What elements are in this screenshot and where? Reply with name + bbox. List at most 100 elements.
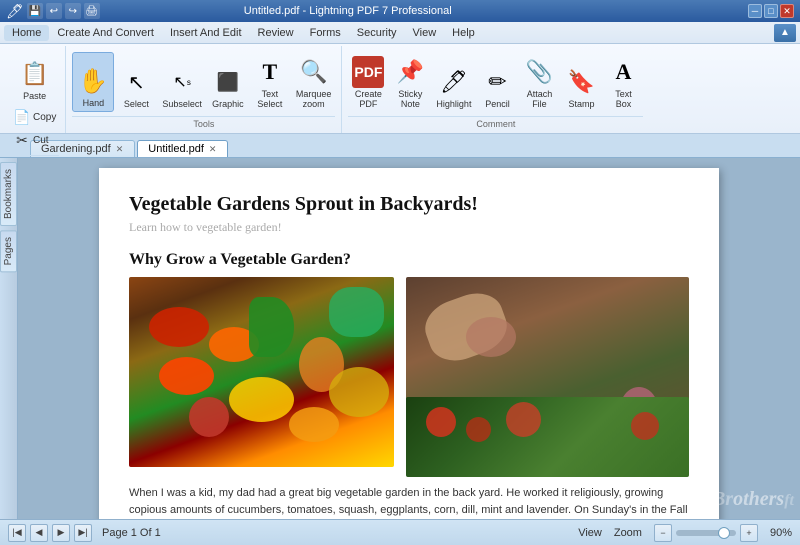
- tabs-bar: Gardening.pdf ✕ Untitled.pdf ✕: [0, 134, 800, 158]
- zoom-out-btn[interactable]: −: [654, 524, 672, 542]
- tab-untitled[interactable]: Untitled.pdf ✕: [137, 140, 228, 157]
- undo-quick-btn[interactable]: ↩: [46, 3, 62, 19]
- paste-btn[interactable]: 📋 Paste: [10, 48, 59, 104]
- menu-security[interactable]: Security: [349, 25, 405, 41]
- zoom-in-btn[interactable]: +: [740, 524, 758, 542]
- create-group: PDF CreatePDF 📌 StickyNote 🖊 Highlight ✏…: [342, 46, 649, 133]
- create-pdf-icon: PDF: [352, 56, 384, 88]
- graphic-label: Graphic: [212, 100, 244, 110]
- text-box-btn[interactable]: A TextBox: [603, 52, 643, 112]
- status-bar: |◀ ◀ ▶ ▶| Page 1 Of 1 View Zoom − + 90%: [0, 519, 800, 545]
- menu-review[interactable]: Review: [250, 25, 302, 41]
- menu-forms[interactable]: Forms: [302, 25, 349, 41]
- zoom-thumb: [718, 527, 730, 539]
- status-right: View Zoom − + 90%: [578, 524, 792, 542]
- attach-file-label: AttachFile: [527, 90, 553, 110]
- hand-btn[interactable]: ✋ Hand: [72, 52, 114, 112]
- zoom-slider[interactable]: [676, 530, 736, 536]
- cut-label: Cut: [33, 135, 49, 146]
- tools-label: Tools: [72, 116, 335, 131]
- pdf-main-title: Vegetable Gardens Sprout in Backyards!: [129, 192, 689, 216]
- highlight-btn[interactable]: 🖊 Highlight: [432, 52, 475, 112]
- bookmarks-panel-tab[interactable]: Bookmarks: [0, 162, 17, 226]
- zoom-control[interactable]: − +: [654, 524, 758, 542]
- pdf-body-text: When I was a kid, my dad had a great big…: [129, 485, 689, 519]
- green-garden-image: [406, 397, 689, 477]
- menu-create-convert[interactable]: Create And Convert: [49, 25, 162, 41]
- marquee-zoom-label: Marqueezoom: [296, 90, 332, 110]
- clipboard-group: 📋 Paste 📄 Copy ✂ Cut Clipboard: [4, 46, 66, 133]
- watermark: Brothersft: [712, 485, 794, 511]
- pdf-subtitle: Learn how to vegetable garden!: [129, 220, 689, 235]
- menu-help[interactable]: Help: [444, 25, 483, 41]
- vegetable-basket-image: [129, 277, 394, 467]
- last-page-btn[interactable]: ▶|: [74, 524, 92, 542]
- text-select-btn[interactable]: T TextSelect: [250, 52, 290, 112]
- hand-label: Hand: [83, 99, 105, 109]
- sticky-note-label: StickyNote: [398, 90, 422, 110]
- subselect-btn[interactable]: ↖s Subselect: [158, 52, 206, 112]
- create-pdf-label: CreatePDF: [355, 90, 382, 110]
- pages-panel-tab[interactable]: Pages: [0, 230, 17, 272]
- cut-btn[interactable]: ✂ Cut: [10, 129, 59, 151]
- text-box-label: TextBox: [615, 90, 632, 110]
- menu-insert-edit[interactable]: Insert And Edit: [162, 25, 250, 41]
- main-area: Bookmarks Pages Vegetable Gardens Sprout…: [0, 158, 800, 519]
- tools-buttons: ✋ Hand ↖ Select ↖s Subselect ⬛ Graphic T…: [72, 48, 335, 116]
- zoom-label: Zoom: [614, 527, 642, 539]
- text-select-icon: T: [254, 56, 286, 88]
- prev-page-btn[interactable]: ◀: [30, 524, 48, 542]
- ribbon: 📋 Paste 📄 Copy ✂ Cut Clipboard: [0, 44, 800, 134]
- subselect-label: Subselect: [162, 100, 202, 110]
- pencil-label: Pencil: [485, 100, 510, 110]
- document-area[interactable]: Vegetable Gardens Sprout in Backyards! L…: [18, 158, 800, 519]
- select-btn[interactable]: ↖ Select: [116, 52, 156, 112]
- select-label: Select: [124, 100, 149, 110]
- save-quick-btn[interactable]: 💾: [27, 3, 43, 19]
- page-indicator: Page 1 Of 1: [96, 527, 167, 539]
- sticky-note-btn[interactable]: 📌 StickyNote: [390, 52, 430, 112]
- stamp-label: Stamp: [568, 100, 594, 110]
- attach-file-btn[interactable]: 📎 AttachFile: [519, 52, 559, 112]
- tab-gardening-close[interactable]: ✕: [115, 144, 125, 155]
- select-icon: ↖: [120, 66, 152, 98]
- pencil-btn[interactable]: ✏ Pencil: [477, 52, 517, 112]
- menu-view[interactable]: View: [405, 25, 445, 41]
- window-controls: ─ □ ✕: [748, 4, 794, 18]
- title-text: Untitled.pdf - Lightning PDF 7 Professio…: [244, 5, 452, 17]
- ribbon-collapse-btn[interactable]: ▲: [774, 24, 796, 42]
- create-buttons: PDF CreatePDF 📌 StickyNote 🖊 Highlight ✏…: [348, 48, 643, 116]
- maximize-btn[interactable]: □: [764, 4, 778, 18]
- first-page-btn[interactable]: |◀: [8, 524, 26, 542]
- copy-cut-pair: 📄 Copy ✂ Cut: [10, 106, 59, 151]
- marquee-zoom-btn[interactable]: 🔍 Marqueezoom: [292, 52, 336, 112]
- comment-label: Comment: [348, 116, 643, 131]
- next-page-btn[interactable]: ▶: [52, 524, 70, 542]
- zoom-value: 90%: [770, 527, 792, 539]
- highlight-icon: 🖊: [438, 66, 470, 98]
- redo-quick-btn[interactable]: ↪: [65, 3, 81, 19]
- tab-untitled-label: Untitled.pdf: [148, 143, 204, 155]
- view-label: View: [578, 527, 602, 539]
- create-pdf-btn[interactable]: PDF CreatePDF: [348, 52, 388, 112]
- menu-home[interactable]: Home: [4, 25, 49, 41]
- sticky-note-icon: 📌: [394, 56, 426, 88]
- left-side-panel: Bookmarks Pages: [0, 158, 18, 519]
- paste-label: Paste: [23, 92, 46, 102]
- pdf-section-heading: Why Grow a Vegetable Garden?: [129, 251, 689, 269]
- tab-untitled-close[interactable]: ✕: [208, 144, 218, 155]
- title-bar-left: 🖊 💾 ↩ ↪ 🖨 Untitled.pdf - Lightning PDF 7…: [6, 3, 452, 20]
- title-bar: 🖊 💾 ↩ ↪ 🖨 Untitled.pdf - Lightning PDF 7…: [0, 0, 800, 22]
- menu-bar: Home Create And Convert Insert And Edit …: [0, 22, 800, 44]
- text-select-label: TextSelect: [257, 90, 282, 110]
- close-btn[interactable]: ✕: [780, 4, 794, 18]
- graphic-icon: ⬛: [212, 66, 244, 98]
- minimize-btn[interactable]: ─: [748, 4, 762, 18]
- pencil-icon: ✏: [481, 66, 513, 98]
- paste-section: 📋 Paste 📄 Copy ✂ Cut: [10, 48, 59, 151]
- graphic-btn[interactable]: ⬛ Graphic: [208, 52, 248, 112]
- stamp-btn[interactable]: 🔖 Stamp: [561, 52, 601, 112]
- paste-icon: 📋: [19, 58, 51, 90]
- copy-btn[interactable]: 📄 Copy: [10, 106, 59, 128]
- print-quick-btn[interactable]: 🖨: [84, 3, 100, 19]
